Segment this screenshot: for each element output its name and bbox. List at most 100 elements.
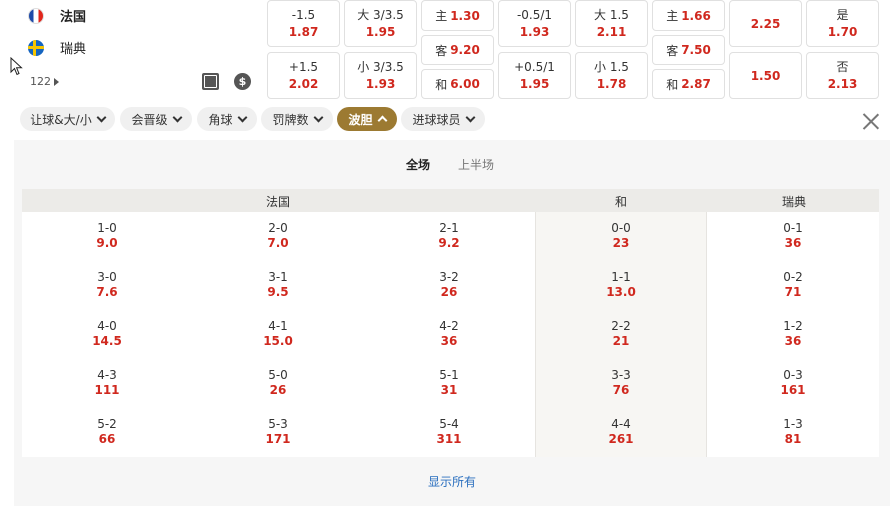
home-score-cell[interactable]: 1-0 9.0	[47, 221, 167, 251]
tab-first-half[interactable]: 上半场	[458, 156, 494, 173]
score-odd: 76	[612, 383, 630, 397]
score-odd: 81	[784, 432, 802, 446]
home-score-cell[interactable]: 5-0 26	[218, 368, 338, 398]
odds-under[interactable]: 小 3/3.5 1.93	[344, 52, 417, 99]
close-icon[interactable]	[862, 112, 880, 130]
draw-score-cell[interactable]: 2-2 21	[561, 319, 681, 349]
away-score-cell[interactable]: 0-2 71	[733, 270, 853, 300]
home-score-cell[interactable]: 2-0 7.0	[218, 221, 338, 251]
score-label: 3-1	[268, 270, 288, 284]
odds-no[interactable]: 否 2.13	[806, 52, 879, 99]
draw-score-cell[interactable]: 3-3 76	[561, 368, 681, 398]
odds-half-home-win[interactable]: 主 1.66	[652, 0, 725, 31]
odds-extra-2[interactable]: 1.50	[729, 52, 802, 99]
draw-score-cell[interactable]: 1-1 13.0	[561, 270, 681, 300]
score-odd: 311	[436, 432, 462, 446]
chip-qualify[interactable]: 会晋级	[120, 107, 192, 131]
chip-correct-score[interactable]: 波胆	[337, 107, 397, 131]
score-label: 4-0	[97, 319, 117, 333]
home-score-cell[interactable]: 4-2 36	[389, 319, 509, 349]
score-odd: 7.0	[267, 236, 289, 250]
score-label: 3-3	[611, 368, 631, 382]
tab-full-time[interactable]: 全场	[406, 156, 430, 173]
table-header: 法国 和 瑞典	[22, 189, 879, 212]
score-label: 3-2	[439, 270, 459, 284]
draw-score-cell[interactable]: 4-4 261	[561, 417, 681, 447]
show-all-link[interactable]: 显示所有	[14, 473, 890, 490]
score-odd: 9.0	[96, 236, 118, 250]
away-score-cell[interactable]: 1-3 81	[733, 417, 853, 447]
score-odd: 31	[440, 383, 458, 397]
score-odd: 111	[94, 383, 120, 397]
home-score-cell[interactable]: 4-3 111	[47, 368, 167, 398]
score-label: 1-0	[97, 221, 117, 235]
home-score-cell[interactable]: 3-1 9.5	[218, 270, 338, 300]
odds-half-over[interactable]: 大 1.5 2.11	[575, 0, 648, 47]
score-odd: 26	[269, 383, 287, 397]
odds-away-win[interactable]: 客 9.20	[421, 35, 494, 65]
more-markets-link[interactable]: 122	[30, 75, 59, 88]
odds-handicap-home[interactable]: -1.5 1.87	[267, 0, 340, 47]
score-odd: 66	[98, 432, 116, 446]
score-label: 0-3	[783, 368, 803, 382]
score-label: 4-4	[611, 417, 631, 431]
match-odds-row: 法国 瑞典 122 $ -1.5 1.87 +1.5 2.02 大 3/3.5 …	[0, 0, 890, 102]
home-score-cell[interactable]: 5-3 171	[218, 417, 338, 447]
header-draw: 和	[615, 195, 628, 209]
money-icon[interactable]: $	[234, 73, 251, 90]
home-score-cell[interactable]: 3-0 7.6	[47, 270, 167, 300]
chevron-up-icon	[377, 115, 387, 126]
home-score-cell[interactable]: 5-4 311	[389, 417, 509, 447]
mouse-cursor-icon	[10, 57, 23, 76]
score-odd: 13.0	[606, 285, 636, 299]
odds-handicap-away[interactable]: +1.5 2.02	[267, 52, 340, 99]
score-odd: 171	[265, 432, 291, 446]
away-score-cell[interactable]: 1-2 36	[733, 319, 853, 349]
match-page: 法国 瑞典 122 $ -1.5 1.87 +1.5 2.02 大 3/3.5 …	[0, 0, 890, 506]
draw-score-cell[interactable]: 0-0 23	[561, 221, 681, 251]
score-label: 4-1	[268, 319, 288, 333]
chip-goalscorer[interactable]: 进球球员	[401, 107, 485, 131]
chevron-down-icon	[313, 112, 323, 122]
score-odd: 36	[784, 236, 802, 250]
odds-half-handicap-home[interactable]: -0.5/1 1.93	[498, 0, 571, 47]
home-score-cell[interactable]: 2-1 9.2	[389, 221, 509, 251]
home-score-cell[interactable]: 3-2 26	[389, 270, 509, 300]
odds-half-handicap-away[interactable]: +0.5/1 1.95	[498, 52, 571, 99]
header-home: 法国	[266, 195, 291, 209]
odds-yes[interactable]: 是 1.70	[806, 0, 879, 47]
flag-sweden-icon	[28, 39, 44, 56]
chevron-down-icon	[96, 112, 107, 122]
score-label: 5-4	[439, 417, 459, 431]
pitch-icon[interactable]	[202, 73, 219, 90]
home-score-cell[interactable]: 4-1 15.0	[218, 319, 338, 349]
away-score-cell[interactable]: 0-3 161	[733, 368, 853, 398]
score-odd: 9.5	[267, 285, 289, 299]
score-label: 2-2	[611, 319, 631, 333]
score-odd: 261	[608, 432, 634, 446]
score-odd: 71	[784, 285, 802, 299]
chip-handicap-totals[interactable]: 让球&大/小	[20, 107, 115, 131]
home-score-cell[interactable]: 5-2 66	[47, 417, 167, 447]
odds-over[interactable]: 大 3/3.5 1.95	[344, 0, 417, 47]
market-filter-bar: 让球&大/小 会晋级 角球 罚牌数 波胆 进球球员	[0, 104, 890, 138]
odds-half-draw[interactable]: 和 2.87	[652, 69, 725, 99]
home-team[interactable]: 法国	[28, 6, 86, 25]
odds-extra-1[interactable]: 2.25	[729, 0, 802, 47]
period-tabs: 全场 上半场	[14, 140, 890, 186]
correct-score-panel: 全场 上半场 法国 和 瑞典 1-0 9.0 2-0 7.0 2-1 9.2 3-0 7.6 3…	[14, 140, 890, 506]
score-label: 5-0	[268, 368, 288, 382]
away-score-cell[interactable]: 0-1 36	[733, 221, 853, 251]
score-label: 2-1	[439, 221, 459, 235]
home-score-cell[interactable]: 4-0 14.5	[47, 319, 167, 349]
play-triangle-icon	[54, 77, 59, 86]
away-team[interactable]: 瑞典	[28, 38, 86, 57]
odds-half-under[interactable]: 小 1.5 1.78	[575, 52, 648, 99]
home-score-cell[interactable]: 5-1 31	[389, 368, 509, 398]
chip-cards[interactable]: 罚牌数	[261, 107, 333, 131]
odds-draw[interactable]: 和 6.00	[421, 69, 494, 99]
odds-half-away-win[interactable]: 客 7.50	[652, 35, 725, 65]
chip-corners[interactable]: 角球	[197, 107, 257, 131]
odds-home-win[interactable]: 主 1.30	[421, 0, 494, 31]
score-odd: 36	[784, 334, 802, 348]
